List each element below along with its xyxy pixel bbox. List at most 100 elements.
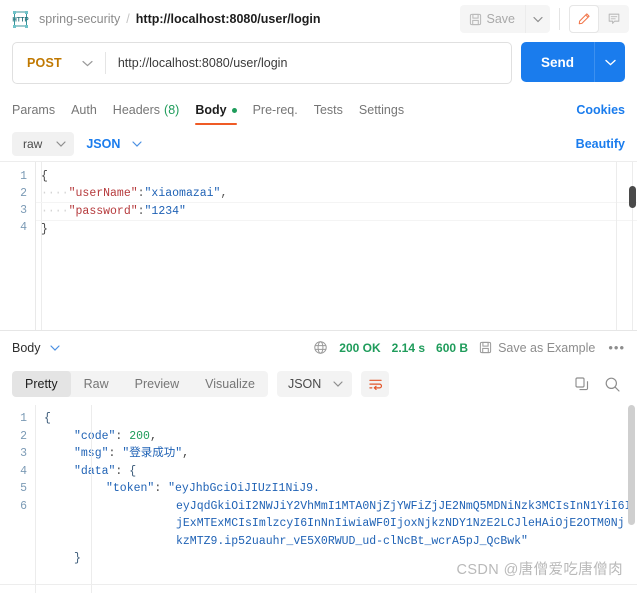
chevron-down-icon	[49, 344, 60, 351]
save-options-caret[interactable]	[525, 5, 550, 33]
tab-headers-label: Headers	[112, 103, 161, 117]
tab-visualize[interactable]: Visualize	[192, 371, 268, 397]
line-number: 4	[20, 221, 27, 234]
code-line: }	[36, 550, 637, 568]
save-button[interactable]: Save	[460, 5, 526, 33]
tab-auth[interactable]: Auth	[71, 103, 97, 125]
topbar-actions: Save	[459, 5, 629, 33]
chevron-down-icon	[82, 60, 93, 67]
code-line: kzMTZ9.ip52uauhr_vE5X0RWUD_ud-clNcBt_wcr…	[36, 533, 637, 551]
line-number: 1	[20, 412, 27, 425]
code-token: :	[108, 447, 123, 460]
comment-button[interactable]	[599, 5, 629, 33]
tab-raw[interactable]: Raw	[71, 371, 122, 397]
postman-window: HTTP spring-security / http://localhost:…	[0, 0, 637, 593]
line-number: 2	[20, 429, 27, 443]
request-body-editor[interactable]: 1 2 3 4 { ····"userName":"xiaomazai", ··…	[0, 161, 637, 330]
save-as-example-button[interactable]: Save as Example	[479, 341, 595, 355]
code-line: {	[36, 168, 637, 185]
ellipsis-icon[interactable]: •••	[606, 340, 625, 355]
copy-button[interactable]	[574, 376, 590, 392]
line-number: 6	[20, 499, 27, 513]
code-indent: ····	[41, 187, 69, 200]
code-token: jExMTExMCIsImlzcyI6InNnIiwiaWF0IjoxNjkzN…	[176, 517, 625, 530]
tab-settings[interactable]: Settings	[359, 103, 404, 125]
code-line: "data": {	[36, 463, 637, 481]
code-token: }	[41, 223, 48, 236]
tab-pre-request[interactable]: Pre-req.	[253, 103, 298, 125]
url-bar: POST http://localhost:8080/user/login	[12, 42, 512, 84]
status-group: 200 OK 2.14 s 600 B Save as Example •••	[313, 340, 625, 355]
chevron-down-icon	[56, 140, 66, 147]
code-line: "msg": "登录成功",	[36, 445, 637, 463]
code-token: }	[74, 552, 81, 565]
edit-comment-group	[569, 5, 629, 33]
send-options-caret[interactable]	[594, 42, 625, 82]
tab-pretty[interactable]: Pretty	[12, 371, 71, 397]
code-token: "1234"	[144, 205, 186, 218]
method-selector[interactable]: POST	[13, 43, 105, 83]
request-editor-scrollbar[interactable]	[629, 186, 636, 208]
search-icon	[604, 376, 621, 393]
code-token: ,	[149, 429, 157, 443]
tab-tests[interactable]: Tests	[314, 103, 343, 125]
tab-params-label: Params	[12, 103, 56, 117]
line-number: 1	[20, 170, 27, 183]
code-line: "token": "eyJhbGciOiJIUzI1NiJ9.	[36, 480, 637, 498]
code-token: "data"	[74, 464, 116, 478]
response-format-selector[interactable]: JSON	[276, 371, 353, 397]
word-wrap-button[interactable]	[361, 371, 390, 397]
send-button[interactable]: Send	[520, 42, 594, 82]
breadcrumb-collection[interactable]: spring-security	[39, 12, 120, 26]
code-token: "code"	[74, 429, 116, 443]
status-code: 200 OK	[339, 340, 381, 355]
code-token: {	[44, 412, 51, 425]
code-line: ····"userName":"xiaomazai",	[36, 185, 637, 203]
chevron-down-icon	[333, 381, 343, 387]
edit-button[interactable]	[569, 5, 599, 33]
breadcrumb-separator: /	[126, 12, 130, 26]
code-token: "userName"	[68, 187, 138, 200]
pencil-icon	[577, 12, 591, 26]
tab-params[interactable]: Params	[12, 103, 55, 125]
url-input[interactable]: http://localhost:8080/user/login	[106, 56, 511, 70]
word-wrap-icon	[368, 378, 383, 391]
svg-text:HTTP: HTTP	[12, 16, 28, 23]
response-code-area[interactable]: { "code": 200, "msg": "登录成功", "data": { …	[36, 405, 637, 593]
send-group: Send	[520, 42, 625, 82]
breadcrumb: spring-security / http://localhost:8080/…	[39, 12, 321, 26]
line-number: 5	[20, 482, 27, 495]
request-tabs: Params Auth Headers (8) Body Pre-req. Te…	[0, 94, 637, 125]
request-editor-gutter: 1 2 3 4	[0, 162, 36, 330]
code-token: {	[41, 170, 48, 183]
save-label: Save	[486, 12, 516, 26]
code-token: :	[137, 205, 145, 218]
response-body-editor[interactable]: 1 2 3 4 5 6 { "code": 200, "msg": "登录成功"…	[0, 404, 637, 593]
cookies-link[interactable]: Cookies	[576, 103, 625, 125]
body-mode-selector[interactable]: raw	[12, 131, 75, 156]
indent-guide	[91, 405, 92, 593]
code-token: "password"	[68, 205, 138, 218]
breadcrumb-request-name[interactable]: http://localhost:8080/user/login	[136, 12, 321, 26]
request-code-area[interactable]: { ····"userName":"xiaomazai", ····"passw…	[36, 162, 637, 330]
search-button[interactable]	[604, 376, 621, 393]
code-line: }	[36, 221, 637, 238]
body-format-selector[interactable]: JSON	[86, 137, 142, 151]
line-number: 3	[20, 447, 27, 460]
response-body-selector[interactable]: Body	[12, 341, 60, 355]
floppy-disk-icon	[469, 13, 482, 26]
tab-settings-label: Settings	[358, 103, 405, 117]
tab-auth-label: Auth	[71, 103, 97, 117]
response-view-tabs: Pretty Raw Preview Visualize JSON	[0, 364, 637, 404]
response-editor-scrollbar[interactable]	[628, 405, 635, 525]
bottom-divider	[0, 584, 637, 585]
response-time: 2.14 s	[391, 340, 426, 355]
code-indent: ····	[41, 205, 69, 218]
comment-icon	[607, 12, 621, 26]
tab-preview[interactable]: Preview	[122, 371, 192, 397]
tab-body[interactable]: Body	[195, 103, 237, 125]
code-token: "登录成功"	[122, 447, 183, 460]
chevron-down-icon	[132, 140, 142, 147]
beautify-button[interactable]: Beautify	[576, 137, 625, 151]
tab-headers[interactable]: Headers (8)	[113, 103, 180, 125]
